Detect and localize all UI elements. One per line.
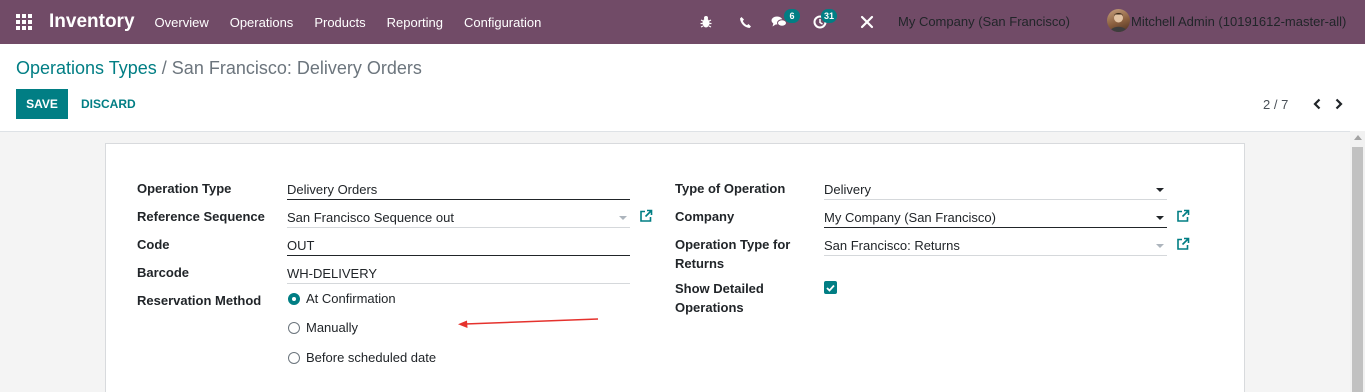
return-type-value: San Francisco: Returns bbox=[824, 238, 960, 253]
breadcrumb: Operations Types / San Francisco: Delive… bbox=[16, 58, 422, 79]
code-input[interactable]: OUT bbox=[287, 234, 630, 256]
external-link-icon[interactable] bbox=[639, 209, 653, 223]
reservation-option-label: Before scheduled date bbox=[306, 350, 437, 365]
return-type-label-line1: Operation Type for bbox=[675, 237, 791, 252]
user-menu[interactable]: Mitchell Admin (10191612-master-all) bbox=[1131, 14, 1346, 29]
operation-type-input[interactable]: Delivery Orders bbox=[287, 178, 630, 200]
annotation-arrow-icon bbox=[458, 318, 599, 328]
reference-sequence-label: Reference Sequence bbox=[137, 209, 265, 224]
dropdown-caret-icon bbox=[619, 216, 627, 220]
reservation-option-before-scheduled-date[interactable]: Before scheduled date bbox=[288, 350, 436, 365]
type-of-operation-value: Delivery bbox=[824, 182, 871, 197]
reservation-option-manually[interactable]: Manually bbox=[288, 320, 358, 335]
apps-menu-icon[interactable] bbox=[16, 13, 34, 31]
pager-previous-icon[interactable] bbox=[1310, 96, 1324, 112]
barcode-label: Barcode bbox=[137, 265, 190, 280]
app-brand[interactable]: Inventory bbox=[49, 11, 135, 33]
show-detailed-label-line2: Operations bbox=[675, 300, 744, 315]
scroll-up-arrow-icon[interactable] bbox=[1354, 135, 1362, 140]
activities-count-badge: 31 bbox=[821, 9, 838, 23]
pager-value[interactable]: 2 / 7 bbox=[1263, 97, 1288, 112]
barcode-input[interactable]: WH-DELIVERY bbox=[287, 262, 630, 284]
return-type-select[interactable]: San Francisco: Returns bbox=[824, 234, 1167, 256]
discard-button[interactable]: DISCARD bbox=[81, 97, 136, 111]
main-menu: Overview Operations Products Reporting C… bbox=[155, 15, 562, 30]
pager-next-icon[interactable] bbox=[1332, 96, 1346, 112]
breadcrumb-current: San Francisco: Delivery Orders bbox=[171, 58, 422, 78]
dropdown-caret-icon bbox=[1156, 244, 1164, 248]
menu-configuration[interactable]: Configuration bbox=[464, 15, 561, 30]
reservation-option-at-confirmation[interactable]: At Confirmation bbox=[288, 291, 396, 306]
reference-sequence-select[interactable]: San Francisco Sequence out bbox=[287, 206, 630, 228]
operation-type-label: Operation Type bbox=[137, 181, 232, 196]
radio-unchecked-icon[interactable] bbox=[288, 351, 300, 364]
menu-overview[interactable]: Overview bbox=[155, 15, 229, 30]
dropdown-caret-icon bbox=[1156, 188, 1164, 192]
return-type-label-line2: Returns bbox=[675, 256, 725, 271]
radio-checked-icon[interactable] bbox=[288, 292, 300, 305]
menu-products[interactable]: Products bbox=[314, 15, 385, 30]
show-detailed-checkbox[interactable] bbox=[824, 281, 837, 294]
external-link-icon[interactable] bbox=[1176, 237, 1190, 251]
checkmark-icon bbox=[826, 284, 835, 292]
bug-icon[interactable] bbox=[696, 12, 716, 32]
breadcrumb-separator: / bbox=[161, 58, 167, 78]
return-type-label: Operation Type for Returns bbox=[675, 235, 790, 273]
breadcrumb-parent-link[interactable]: Operations Types bbox=[16, 58, 157, 78]
messages-count-badge: 6 bbox=[784, 9, 800, 23]
save-button[interactable]: SAVE bbox=[16, 89, 68, 119]
type-of-operation-label: Type of Operation bbox=[675, 181, 786, 196]
external-link-icon[interactable] bbox=[1176, 209, 1190, 223]
dropdown-caret-icon bbox=[1156, 216, 1164, 220]
tools-icon[interactable] bbox=[857, 12, 877, 32]
company-switcher[interactable]: My Company (San Francisco) bbox=[898, 14, 1070, 29]
phone-icon[interactable] bbox=[735, 12, 755, 32]
company-value: My Company (San Francisco) bbox=[824, 210, 996, 225]
reservation-option-label: Manually bbox=[306, 320, 359, 335]
menu-operations[interactable]: Operations bbox=[230, 15, 314, 30]
vertical-scrollbar[interactable] bbox=[1350, 131, 1365, 392]
reservation-method-label: Reservation Method bbox=[137, 293, 262, 308]
code-label: Code bbox=[137, 237, 170, 252]
user-avatar[interactable] bbox=[1107, 9, 1130, 32]
reference-sequence-value: San Francisco Sequence out bbox=[287, 210, 454, 225]
show-detailed-label-line1: Show Detailed bbox=[675, 281, 764, 296]
company-select[interactable]: My Company (San Francisco) bbox=[824, 206, 1167, 228]
reservation-option-label: At Confirmation bbox=[306, 291, 396, 306]
radio-unchecked-icon[interactable] bbox=[288, 321, 300, 334]
show-detailed-label: Show Detailed Operations bbox=[675, 279, 764, 317]
company-label: Company bbox=[675, 209, 735, 224]
type-of-operation-select[interactable]: Delivery bbox=[824, 178, 1167, 200]
scroll-thumb[interactable] bbox=[1352, 147, 1363, 392]
menu-reporting[interactable]: Reporting bbox=[387, 15, 463, 30]
